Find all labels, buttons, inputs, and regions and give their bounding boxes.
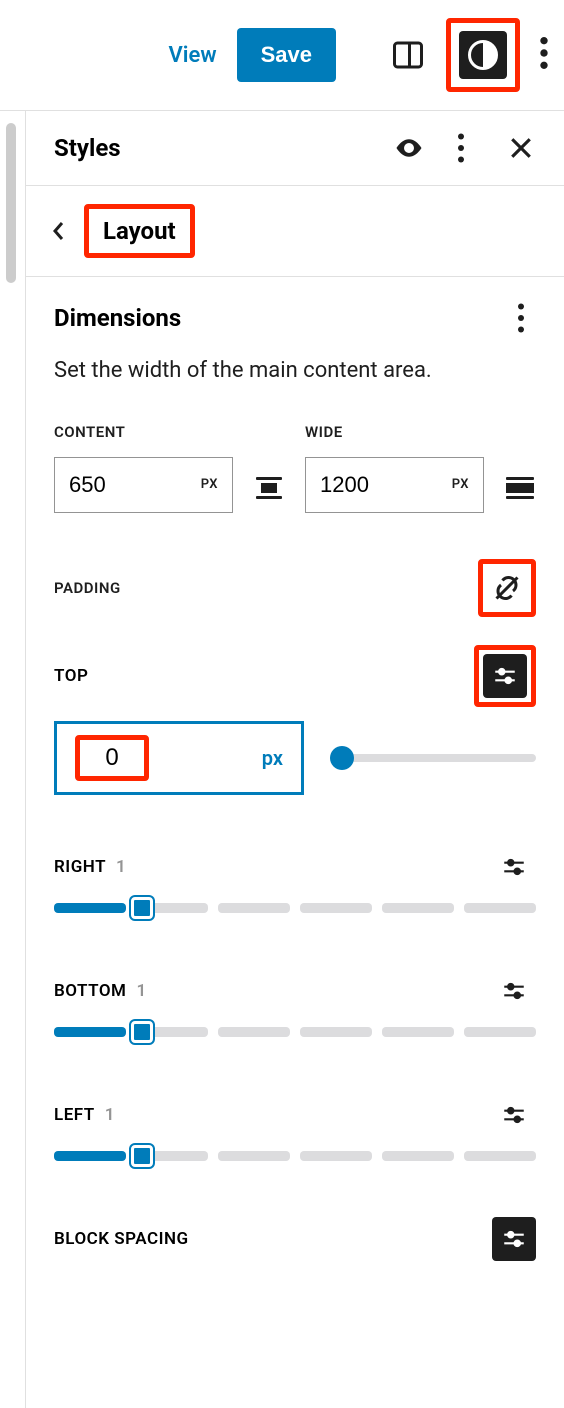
editor-topbar: View Save bbox=[0, 0, 564, 110]
styles-contrast-icon[interactable] bbox=[459, 31, 507, 79]
padding-top-input[interactable] bbox=[92, 744, 132, 772]
wide-align-icon[interactable] bbox=[504, 477, 536, 499]
panel-subnav: Layout bbox=[26, 186, 564, 277]
slider-thumb[interactable] bbox=[131, 1145, 153, 1167]
panel-title: Styles bbox=[54, 134, 372, 162]
padding-top-unit[interactable]: px bbox=[262, 746, 283, 770]
highlight-contrast-toggle bbox=[446, 18, 520, 92]
highlight-top-value bbox=[75, 735, 149, 781]
slider-thumb[interactable] bbox=[131, 1021, 153, 1043]
wide-width-label: WIDE bbox=[305, 423, 484, 441]
padding-right-slider[interactable] bbox=[54, 903, 536, 913]
dimensions-more-menu-icon[interactable] bbox=[506, 303, 536, 333]
back-icon[interactable] bbox=[48, 221, 68, 241]
content-align-icon[interactable] bbox=[253, 477, 285, 499]
padding-left-slider[interactable] bbox=[54, 1151, 536, 1161]
dimensions-heading: Dimensions bbox=[54, 304, 181, 332]
padding-right-settings-icon[interactable] bbox=[492, 845, 536, 889]
padding-bottom-settings-icon[interactable] bbox=[492, 969, 536, 1013]
padding-left-settings-icon[interactable] bbox=[492, 1093, 536, 1137]
padding-top-slider[interactable] bbox=[330, 754, 536, 762]
block-spacing-label: BLOCK SPACING bbox=[54, 1229, 189, 1249]
padding-top-input-wrap[interactable]: px bbox=[54, 721, 304, 795]
subnav-title: Layout bbox=[89, 209, 190, 253]
preview-icon[interactable] bbox=[394, 133, 424, 163]
slider-thumb[interactable] bbox=[330, 746, 354, 770]
block-spacing-settings-icon[interactable] bbox=[492, 1217, 536, 1261]
content-width-input-wrap[interactable]: PX bbox=[54, 457, 233, 513]
padding-left-label: LEFT1 bbox=[54, 1105, 115, 1125]
padding-label: PADDING bbox=[54, 579, 121, 597]
content-width-input[interactable] bbox=[69, 472, 201, 498]
scrollbar-hint[interactable] bbox=[0, 111, 26, 1408]
padding-bottom-label: BOTTOM1 bbox=[54, 981, 147, 1001]
padding-bottom-slider[interactable] bbox=[54, 1027, 536, 1037]
wide-width-unit[interactable]: PX bbox=[452, 477, 469, 492]
content-width-unit[interactable]: PX bbox=[201, 477, 218, 492]
dimensions-description: Set the width of the main content area. bbox=[54, 355, 536, 387]
padding-top-label: TOP bbox=[54, 666, 88, 686]
padding-top-settings-icon[interactable] bbox=[483, 654, 527, 698]
highlight-unlink-sides bbox=[478, 559, 536, 617]
panel-header: Styles bbox=[26, 111, 564, 186]
unlink-sides-icon[interactable] bbox=[489, 570, 525, 606]
highlight-top-settings bbox=[474, 645, 536, 707]
panel-more-menu-icon[interactable] bbox=[446, 133, 476, 163]
wide-width-input[interactable] bbox=[320, 472, 452, 498]
highlight-layout-label: Layout bbox=[84, 204, 195, 258]
slider-thumb[interactable] bbox=[131, 897, 153, 919]
topbar-more-menu-icon[interactable] bbox=[534, 37, 554, 73]
panel-toggle-icon[interactable] bbox=[384, 31, 432, 79]
wide-width-input-wrap[interactable]: PX bbox=[305, 457, 484, 513]
view-link[interactable]: View bbox=[169, 43, 217, 68]
content-width-label: CONTENT bbox=[54, 423, 233, 441]
save-button[interactable]: Save bbox=[237, 28, 336, 82]
padding-right-label: RIGHT1 bbox=[54, 857, 126, 877]
close-icon[interactable] bbox=[506, 133, 536, 163]
